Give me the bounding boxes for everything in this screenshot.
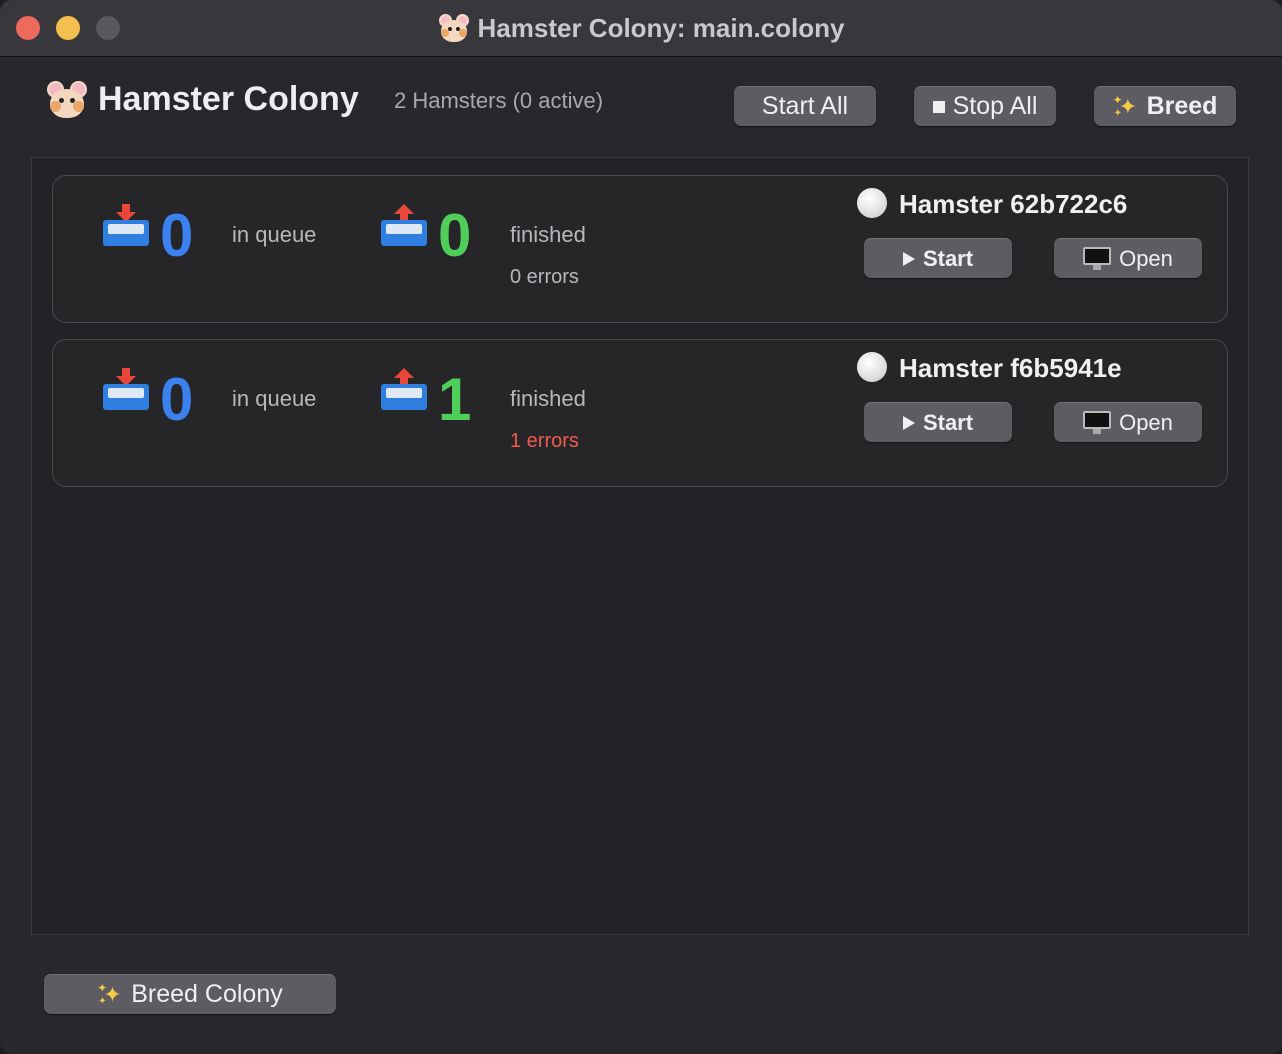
outbox-tray-icon: [381, 204, 427, 248]
inbox-tray-icon: [103, 204, 149, 248]
sparkles-icon: ✦ ✦ ✦: [97, 980, 122, 1007]
hamster-icon: [438, 13, 470, 43]
start-all-label: Start All: [761, 92, 849, 120]
stop-all-label: Stop All: [952, 92, 1038, 120]
status-indicator: [857, 352, 887, 382]
hamster-count: 2 Hamsters (0 active): [394, 88, 604, 113]
start-hamster-button[interactable]: Start: [864, 238, 1012, 278]
hamster-name: Hamster f6b5941e: [899, 353, 1122, 383]
inbox-tray-icon: [103, 368, 149, 412]
hamster-name: Hamster 62b722c6: [899, 189, 1128, 219]
start-all-button[interactable]: Start All: [734, 86, 876, 126]
in-queue-label: in queue: [232, 222, 317, 247]
stop-all-button[interactable]: Stop All: [914, 86, 1056, 126]
open-label: Open: [1119, 245, 1173, 271]
hamster-card: 0 in queue 0 finished 0 errors Hamster 6…: [52, 175, 1228, 323]
hamster-list: 0 in queue 0 finished 0 errors Hamster 6…: [31, 157, 1249, 935]
breed-colony-label: Breed Colony: [131, 980, 283, 1008]
finished-label: finished: [510, 222, 586, 247]
breed-colony-button[interactable]: ✦ ✦ ✦ Breed Colony: [44, 974, 336, 1014]
start-label: Start: [922, 409, 974, 435]
monitor-icon: [1083, 246, 1112, 271]
sparkles-icon: ✦ ✦ ✦: [1112, 92, 1137, 119]
status-indicator: [857, 188, 887, 218]
play-icon: [902, 251, 915, 266]
monitor-icon: [1083, 410, 1112, 435]
start-label: Start: [922, 245, 974, 271]
window-title: Hamster Colony: main.colony: [477, 12, 845, 43]
hamster-card: 0 in queue 1 finished 1 errors Hamster f…: [52, 339, 1228, 487]
error-count: 1 errors: [510, 430, 579, 452]
hamster-logo-icon: [46, 80, 88, 120]
open-hamster-button[interactable]: Open: [1054, 402, 1202, 442]
app-title: Hamster Colony: [98, 80, 359, 118]
app-window: Hamster Colony: main.colony Hamster Colo…: [0, 0, 1282, 1054]
outbox-tray-icon: [381, 368, 427, 412]
open-hamster-button[interactable]: Open: [1054, 238, 1202, 278]
stop-icon: [932, 100, 945, 113]
in-queue-label: in queue: [232, 386, 317, 411]
start-hamster-button[interactable]: Start: [864, 402, 1012, 442]
title-bar[interactable]: Hamster Colony: main.colony: [0, 0, 1282, 57]
in-queue-count: 0: [160, 202, 194, 269]
colony-header: Hamster Colony 2 Hamsters (0 active): [44, 78, 1244, 124]
finished-count: 1: [438, 366, 472, 433]
breed-label: Breed: [1146, 92, 1218, 120]
finished-label: finished: [510, 386, 586, 411]
in-queue-count: 0: [160, 366, 194, 433]
breed-button[interactable]: ✦ ✦ ✦ Breed: [1094, 86, 1236, 126]
open-label: Open: [1119, 409, 1173, 435]
finished-count: 0: [438, 202, 472, 269]
play-icon: [902, 415, 915, 430]
error-count: 0 errors: [510, 266, 579, 288]
